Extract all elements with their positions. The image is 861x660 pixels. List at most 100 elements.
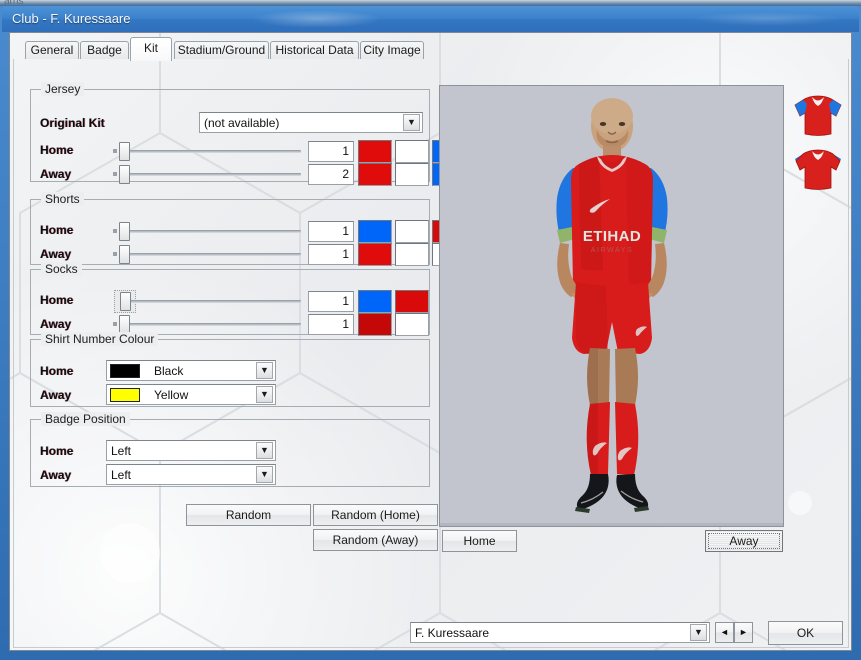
original-kit-value: (not available) xyxy=(204,115,280,130)
tab-kit[interactable]: Kit xyxy=(130,37,172,61)
titlebar-glow xyxy=(252,10,382,28)
kit-preview-panel[interactable]: ETIHAD AIRWAYS xyxy=(439,85,784,527)
chevron-down-icon[interactable]: ▼ xyxy=(690,624,707,641)
tab-historical-data[interactable]: Historical Data xyxy=(270,41,359,59)
shorts-home-slider[interactable] xyxy=(111,221,301,241)
slider-track[interactable] xyxy=(125,150,301,153)
group-badge-position: Badge Position Home Left ▼ Away Left ▼ xyxy=(30,412,430,487)
random-home-button[interactable]: Random (Home) xyxy=(313,504,438,526)
application-window: arns Club - F. Kuressaare General Badge … xyxy=(0,0,861,660)
label-socks-home: Home xyxy=(40,293,74,307)
slider-track[interactable] xyxy=(125,230,301,233)
preview-bottom-shade xyxy=(440,523,783,526)
tab-city-image[interactable]: City Image xyxy=(360,41,424,59)
label-jersey-home: Home xyxy=(40,143,74,157)
label-shirt-number-away: Away xyxy=(40,388,72,402)
badge-position-home-combobox[interactable]: Left ▼ xyxy=(106,440,276,461)
jersey-home-value[interactable]: 1 xyxy=(308,141,354,162)
jersey-home-color-2[interactable] xyxy=(395,140,429,163)
badge-position-away-combobox[interactable]: Left ▼ xyxy=(106,464,276,485)
label-jersey-away: Away xyxy=(40,167,72,181)
badge-position-away-value: Left xyxy=(111,467,132,482)
club-select-combobox[interactable]: F. Kuressaare ▼ xyxy=(410,622,710,643)
club-select-value: F. Kuressaare xyxy=(415,625,490,640)
shorts-away-value[interactable]: 1 xyxy=(308,244,354,265)
label-original-kit: Original Kit xyxy=(40,116,105,130)
label-shorts-home: Home xyxy=(40,223,74,237)
random-away-button[interactable]: Random (Away) xyxy=(313,529,438,551)
slider-track[interactable] xyxy=(125,253,301,256)
chevron-down-icon[interactable]: ▼ xyxy=(256,442,273,459)
chevron-down-icon[interactable]: ▼ xyxy=(256,362,273,379)
bottom-bar: F. Kuressaare ▼ ◄ ► OK xyxy=(10,616,851,650)
socks-away-value[interactable]: 1 xyxy=(308,314,354,335)
away-kit-thumbnail[interactable] xyxy=(793,145,843,193)
title-bar[interactable]: Club - F. Kuressaare xyxy=(2,6,859,32)
socks-home-slider[interactable] xyxy=(111,290,301,313)
away-preview-button[interactable]: Away xyxy=(705,530,783,552)
slider-thumb[interactable] xyxy=(119,165,130,184)
shirt-number-away-swatch xyxy=(110,387,140,402)
socks-home-color-2[interactable] xyxy=(395,290,429,313)
tab-badge[interactable]: Badge xyxy=(80,41,129,59)
sponsor-subtext: AIRWAYS xyxy=(591,247,634,254)
socks-away-slider[interactable] xyxy=(111,314,301,334)
chevron-down-icon[interactable]: ▼ xyxy=(256,466,273,483)
slider-tick xyxy=(113,149,117,153)
slider-track[interactable] xyxy=(125,300,301,303)
jersey-home-slider[interactable] xyxy=(111,141,301,161)
chevron-down-icon[interactable]: ▼ xyxy=(403,114,420,131)
slider-thumb[interactable] xyxy=(119,142,130,161)
jersey-away-value[interactable]: 2 xyxy=(308,164,354,185)
slider-track[interactable] xyxy=(125,173,301,176)
group-socks-label: Socks xyxy=(41,262,82,276)
shirt-number-home-value: Black xyxy=(154,363,184,378)
label-badge-position-away: Away xyxy=(40,468,72,482)
shorts-away-color-1[interactable] xyxy=(358,243,392,266)
slider-thumb[interactable] xyxy=(119,222,130,241)
next-club-button[interactable]: ► xyxy=(734,622,753,643)
random-button[interactable]: Random xyxy=(186,504,311,526)
jersey-away-color-1[interactable] xyxy=(358,163,392,186)
group-jersey-label: Jersey xyxy=(41,82,85,96)
shirt-number-home-swatch xyxy=(110,363,140,378)
tab-general[interactable]: General xyxy=(25,41,79,59)
home-kit-thumbnail[interactable] xyxy=(793,91,843,139)
previous-club-button[interactable]: ◄ xyxy=(715,622,734,643)
titlebar-glow-secondary xyxy=(692,12,842,26)
chevron-down-icon[interactable]: ▼ xyxy=(256,386,273,403)
shorts-home-value[interactable]: 1 xyxy=(308,221,354,242)
socks-away-color-2[interactable] xyxy=(395,313,429,336)
slider-tick xyxy=(113,322,117,326)
group-shirt-number-colour-label: Shirt Number Colour xyxy=(41,332,159,346)
tab-page-kit: Jersey Original Kit (not available) ▼ Ho… xyxy=(13,59,849,648)
shirt-number-home-combobox[interactable]: Black ▼ xyxy=(106,360,276,381)
tab-stadium-ground[interactable]: Stadium/Ground xyxy=(174,41,269,59)
player-model-render: ETIHAD AIRWAYS xyxy=(556,98,668,513)
slider-thumb[interactable] xyxy=(120,292,131,311)
slider-track[interactable] xyxy=(125,323,301,326)
shorts-away-color-2[interactable] xyxy=(395,243,429,266)
label-socks-away: Away xyxy=(40,317,72,331)
jersey-away-slider[interactable] xyxy=(111,164,301,184)
label-shirt-number-home: Home xyxy=(40,364,74,378)
shorts-home-color-2[interactable] xyxy=(395,220,429,243)
label-badge-position-home: Home xyxy=(40,444,74,458)
original-kit-combobox[interactable]: (not available) ▼ xyxy=(199,112,423,133)
slider-thumb[interactable] xyxy=(119,245,130,264)
sponsor-text: ETIHAD xyxy=(583,228,641,245)
group-shorts: Shorts Home 1 Away 1 xyxy=(30,192,465,266)
shirt-number-away-combobox[interactable]: Yellow ▼ xyxy=(106,384,276,405)
ok-button[interactable]: OK xyxy=(768,621,843,645)
shorts-home-color-1[interactable] xyxy=(358,220,392,243)
home-preview-button[interactable]: Home xyxy=(442,530,517,552)
shorts-away-slider[interactable] xyxy=(111,244,301,264)
group-shorts-label: Shorts xyxy=(41,192,84,206)
shirt-number-away-value: Yellow xyxy=(154,387,189,402)
socks-away-color-1[interactable] xyxy=(358,313,392,336)
jersey-home-color-1[interactable] xyxy=(358,140,392,163)
jersey-away-color-2[interactable] xyxy=(395,163,429,186)
socks-home-value[interactable]: 1 xyxy=(308,291,354,312)
label-shorts-away: Away xyxy=(40,247,72,261)
socks-home-color-1[interactable] xyxy=(358,290,392,313)
